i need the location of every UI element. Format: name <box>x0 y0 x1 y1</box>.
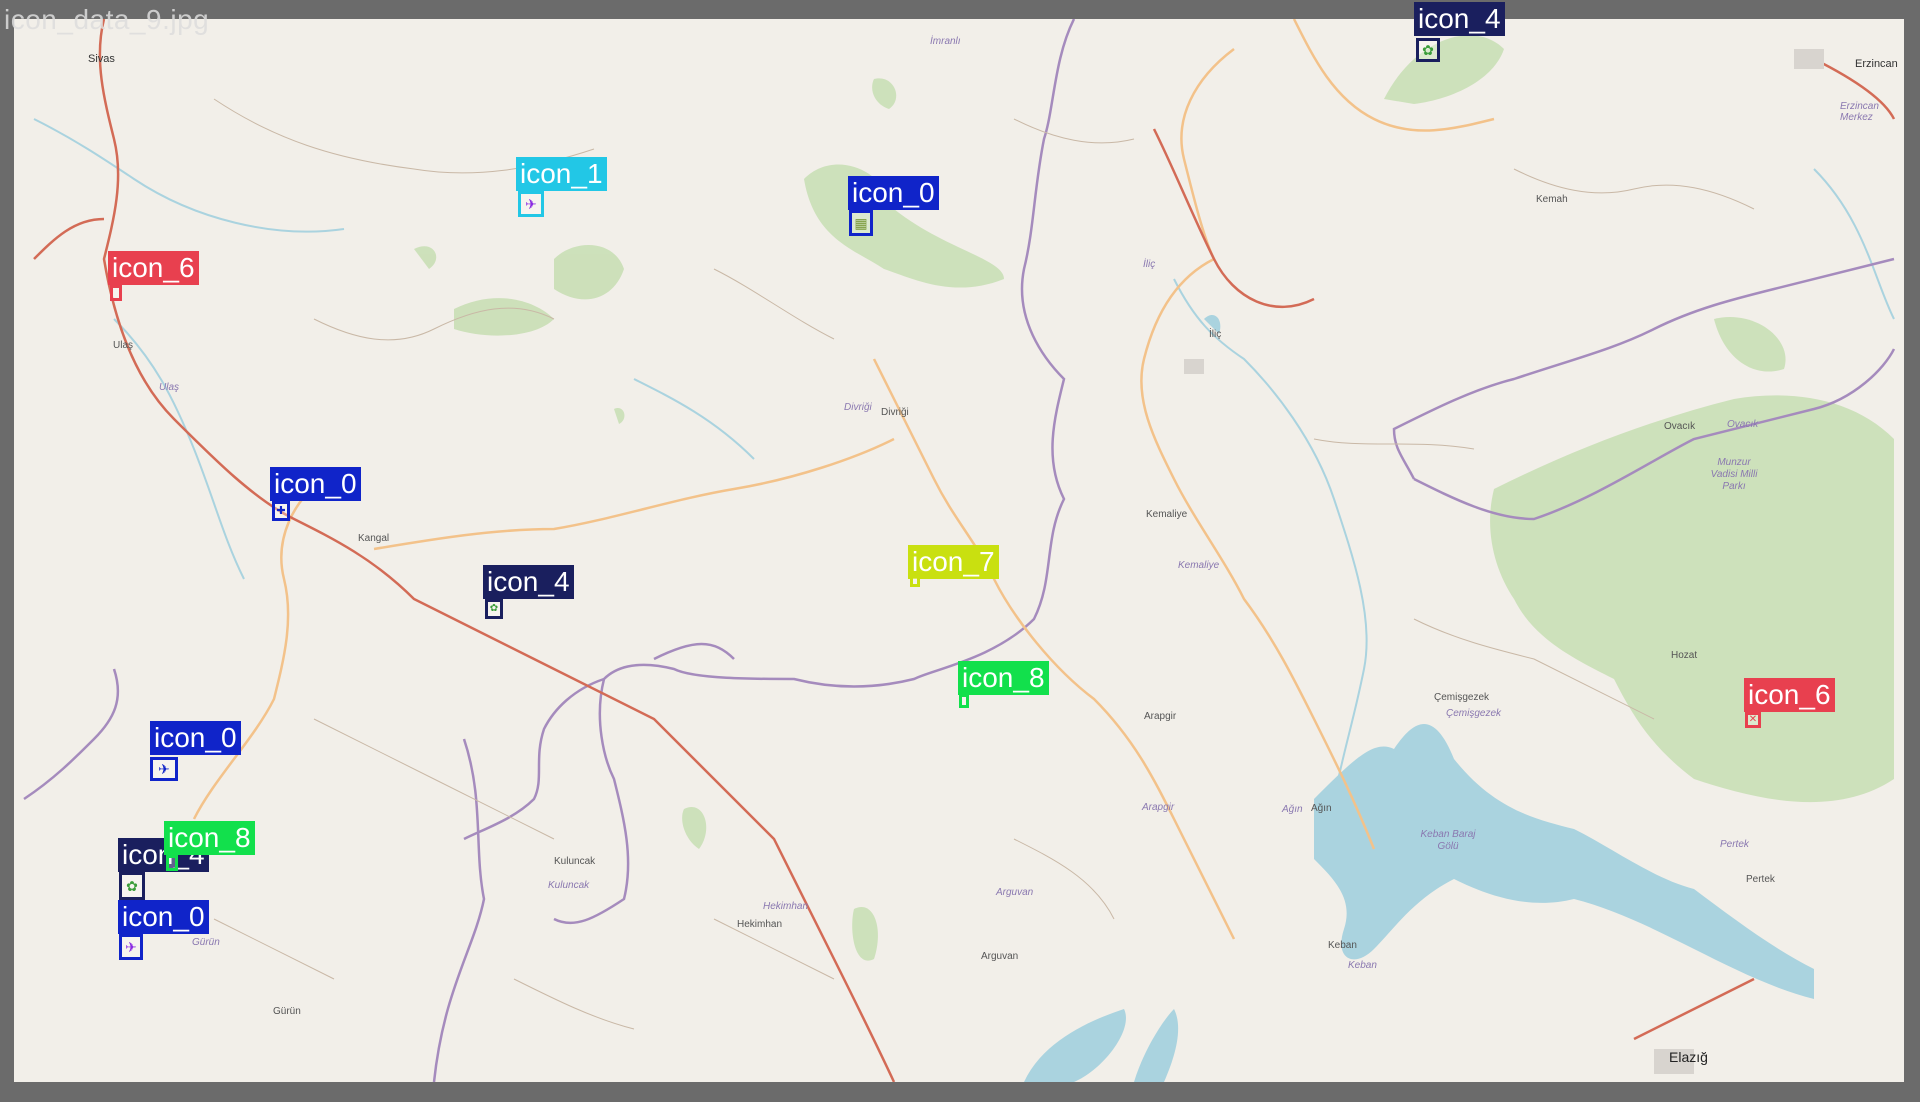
farm-icon[interactable]: ✿ <box>485 599 503 619</box>
place-label-erzincan: Erzincan <box>1855 58 1898 70</box>
place-label-kemaliye: Kemaliye <box>1146 509 1188 520</box>
airplane-icon[interactable]: ✈ <box>518 191 544 217</box>
place-label-divrigi: Divriği <box>881 407 909 418</box>
place-label-erzincan-merkez: Erzincan Merkez <box>1840 101 1879 123</box>
airplane-icon[interactable]: ✈ <box>119 934 143 960</box>
annotation-label: icon_1 <box>516 157 607 191</box>
annotation-label: icon_7 <box>908 545 999 579</box>
forest-areas <box>414 35 1894 961</box>
place-label-kuluncak-italic: Kuluncak <box>548 880 590 891</box>
place-label-kemah: Kemah <box>1536 194 1568 205</box>
place-label-munzur: Munzur Vadisi Milli Parkı <box>1710 457 1758 492</box>
place-label-imranli: İmranlı <box>930 36 961 47</box>
cross-icon[interactable]: ✕ <box>1745 712 1761 728</box>
place-label-ulas: Ulaş <box>113 340 134 351</box>
annotation-label: icon_0 <box>848 176 939 210</box>
place-label-gurun-italic: Gürün <box>192 937 220 948</box>
place-label-kuluncak: Kuluncak <box>554 856 596 867</box>
place-label-sivas: Sivas <box>88 53 115 65</box>
filename-label: icon_data_9.jpg <box>4 4 210 35</box>
place-label-ilic-river: İliç <box>1143 259 1156 270</box>
annotation-label: icon_4 <box>1414 2 1505 36</box>
marker-icon[interactable] <box>910 575 920 587</box>
place-label-hekimhan-italic: Hekimhan <box>763 901 809 912</box>
place-label-arapgir-italic: Arapgir <box>1142 802 1175 813</box>
place-label-arapgir: Arapgir <box>1144 711 1177 722</box>
annotation-label: icon_6 <box>108 251 199 285</box>
place-label-arguvan: Arguvan <box>981 951 1019 962</box>
place-label-ovacik-italic: Ovacık <box>1727 419 1759 430</box>
place-label-ovacik: Ovacık <box>1664 421 1696 432</box>
annotation-label: icon_6 <box>1744 678 1835 712</box>
place-label-kemaliye-italic: Kemaliye <box>1178 560 1220 571</box>
annotation-label: icon_4 <box>483 565 574 599</box>
place-label-pertek-italic: Pertek <box>1720 839 1749 850</box>
place-label-hekimhan: Hekimhan <box>737 919 783 930</box>
marker-icon[interactable] <box>166 855 178 871</box>
annotation-label: icon_0 <box>150 721 241 755</box>
airplane-icon[interactable]: ✈ <box>150 757 178 781</box>
farm-icon[interactable]: ✿ <box>119 872 145 900</box>
place-label-divrigi-italic: Divriği <box>844 402 872 413</box>
annotation-label: icon_8 <box>164 821 255 855</box>
place-label-arguvan-italic: Arguvan <box>996 887 1034 898</box>
place-label-keban: Keban <box>1328 940 1357 951</box>
marker-icon[interactable] <box>110 285 122 301</box>
place-label-gurun: Gürün <box>273 1006 301 1017</box>
place-label-kangal: Kangal <box>358 533 390 544</box>
place-label-ulas-italic: Ulaş <box>159 382 180 393</box>
place-label-agin-italic: Ağın <box>1282 804 1303 815</box>
place-label-keban-baraj: Keban Baraj Gölü <box>1420 829 1476 852</box>
roads-major <box>192 19 1495 940</box>
grid-icon[interactable]: ▦ <box>849 210 873 236</box>
annotation-label: icon_0 <box>270 467 361 501</box>
place-label-hozat: Hozat <box>1671 650 1698 661</box>
place-label-cemisgezek-italic: Çemişgezek <box>1446 708 1502 719</box>
marker-icon[interactable] <box>959 694 969 708</box>
annotation-label: icon_8 <box>958 661 1049 695</box>
place-label-pertek: Pertek <box>1746 874 1775 885</box>
hospital-icon[interactable]: ✚ <box>272 501 290 521</box>
place-label-ilic: İliç <box>1209 329 1222 340</box>
farm-icon[interactable]: ✿ <box>1416 38 1440 62</box>
place-label-agin: Ağın <box>1311 803 1332 814</box>
place-label-keban-italic: Keban <box>1348 960 1377 971</box>
annotation-label: icon_0 <box>118 900 209 934</box>
place-label-cemisgezek: Çemişgezek <box>1434 692 1490 703</box>
place-label-elazig: Elazığ <box>1669 1049 1708 1065</box>
